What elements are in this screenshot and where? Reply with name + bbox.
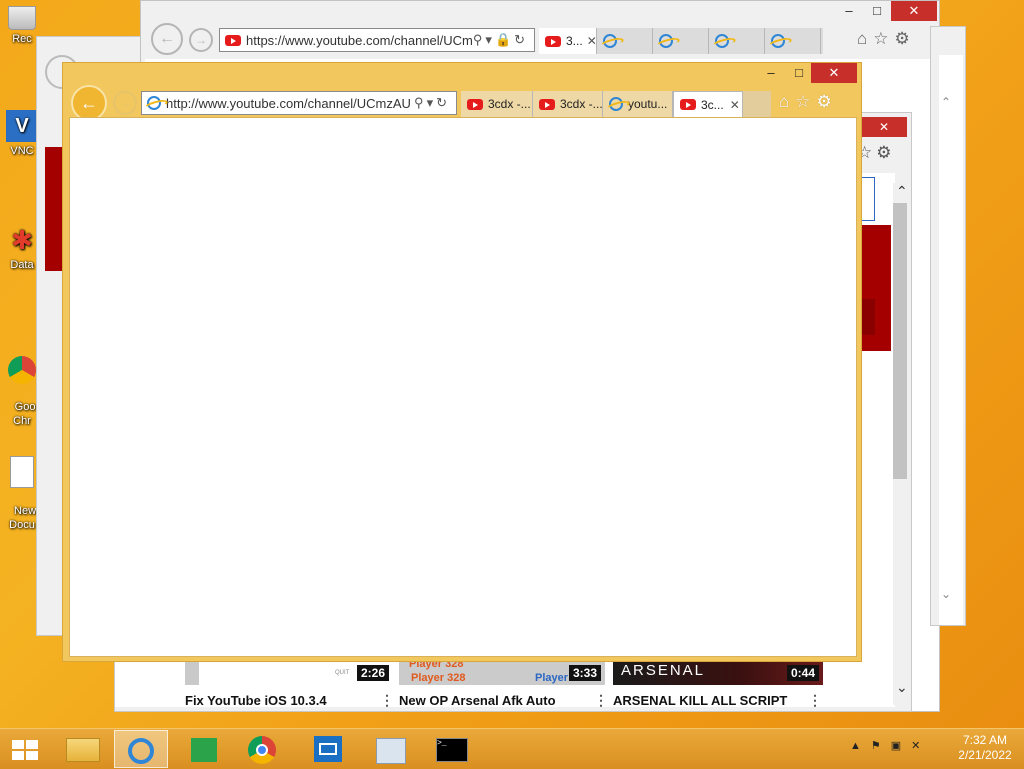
address-bar[interactable]: http://www.youtube.com/channel/UCmzAU ⚲▾… <box>141 91 457 115</box>
video-duration: 3:33 <box>568 665 601 681</box>
store-icon <box>191 738 217 762</box>
text-document-icon <box>10 456 34 488</box>
favorites-settings-icons[interactable]: ☆⚙ <box>857 143 895 163</box>
vertical-scrollbar[interactable]: ⌃ ⌄ <box>893 183 909 705</box>
mail-button[interactable] <box>302 730 354 768</box>
youtube-favicon-icon <box>225 34 241 46</box>
scroll-up-arrow-icon[interactable]: ⌃ <box>941 95 951 109</box>
youtube-favicon-icon <box>680 99 696 110</box>
chrome-button[interactable] <box>236 730 288 768</box>
store-button[interactable] <box>178 730 230 768</box>
tab-strip: 3... ✕ <box>539 28 823 54</box>
tab-ie-2[interactable] <box>653 28 709 54</box>
data-app-icon: ✱ <box>11 225 33 255</box>
google-chrome-shortcut-icon <box>8 356 36 384</box>
tab-strip: 3cdx -... 3cdx -... youtu... 3c... ✕ <box>461 91 771 117</box>
more-options-icon[interactable]: ⋮ <box>808 692 822 709</box>
video-duration: 2:26 <box>356 665 389 681</box>
close-tab-icon[interactable]: ✕ <box>730 98 740 112</box>
forward-button[interactable]: → <box>189 28 213 52</box>
clock-time: 7:32 AM <box>962 733 1008 747</box>
task-manager-icon <box>376 738 406 764</box>
video-title-1[interactable]: Fix YouTube iOS 10.3.4 <box>185 693 327 708</box>
desktop-icon-label: Goo Chr <box>13 401 36 427</box>
tab-ie-1[interactable] <box>597 28 653 54</box>
scroll-down-arrow-icon[interactable]: ⌄ <box>941 587 951 601</box>
tray-icons[interactable]: ▲⚑▣✕ <box>850 739 930 752</box>
start-button[interactable] <box>0 730 52 768</box>
scroll-down-arrow-icon[interactable]: ⌄ <box>896 679 908 696</box>
desktop-icon-label: Data <box>10 259 34 271</box>
ie-favicon-icon <box>609 97 623 111</box>
maximize-button[interactable]: □ <box>785 63 813 83</box>
forward-button[interactable]: → <box>113 91 137 115</box>
ie-favicon-icon <box>147 96 161 110</box>
minimize-button[interactable]: – <box>757 63 785 83</box>
close-button[interactable]: ✕ <box>811 63 857 83</box>
task-manager-button[interactable] <box>364 730 416 768</box>
video-thumbnail-1[interactable]: QUIT 2:26 <box>185 658 393 685</box>
more-options-icon[interactable]: ⋮ <box>380 692 394 709</box>
thumbnail-text: QUIT <box>335 670 350 676</box>
video-title-3[interactable]: ARSENAL KILL ALL SCRIPT <box>613 693 787 708</box>
background-window-right-edge: ⌃ ⌄ <box>930 26 966 626</box>
thumbnail-text: Player 328 <box>411 672 466 684</box>
file-explorer-button[interactable] <box>56 730 108 768</box>
active-browser-window: – □ ✕ ← → http://www.youtube.com/channel… <box>62 62 862 662</box>
windows-logo-icon <box>12 740 38 760</box>
address-actions-icons[interactable]: ⚲▾🔒↻ <box>473 32 528 48</box>
more-options-icon[interactable]: ⋮ <box>594 692 608 709</box>
ie-favicon-icon <box>715 34 729 48</box>
maximize-button[interactable]: □ <box>863 1 891 21</box>
tab-ie-3[interactable] <box>709 28 765 54</box>
thumbnail-text: ARSENAL <box>621 662 706 679</box>
minimize-button[interactable]: – <box>835 1 863 21</box>
close-button[interactable]: ✕ <box>891 1 937 21</box>
close-tab-icon[interactable]: ✕ <box>587 34 596 48</box>
scroll-up-arrow-icon[interactable]: ⌃ <box>896 183 908 200</box>
page-content-blank[interactable] <box>69 117 857 657</box>
internet-explorer-button[interactable] <box>114 730 168 768</box>
video-duration: 0:44 <box>786 665 819 681</box>
command-prompt-button[interactable]: >_ <box>426 730 478 768</box>
address-url: https://www.youtube.com/channel/UCm <box>246 32 473 48</box>
address-url: http://www.youtube.com/channel/UCmzAU <box>166 95 411 111</box>
back-button[interactable]: ← <box>151 23 183 55</box>
tab-3cdx-1[interactable]: 3cdx -... <box>461 91 533 117</box>
command-prompt-icon: >_ <box>436 738 468 762</box>
back-button[interactable]: ← <box>71 85 107 121</box>
close-button[interactable]: ✕ <box>861 117 907 137</box>
youtube-favicon-icon <box>539 98 555 110</box>
tab-3cdx-2[interactable]: 3cdx -... <box>533 91 603 117</box>
ie-favicon-icon <box>659 34 673 48</box>
tab-ie-4[interactable] <box>765 28 821 54</box>
ie-icon <box>128 738 154 764</box>
clock[interactable]: 7:32 AM 2/21/2022 <box>952 733 1018 763</box>
ie-favicon-icon <box>603 34 617 48</box>
vnc-viewer-icon: V <box>6 110 38 142</box>
scrollbar-thumb[interactable] <box>893 203 907 479</box>
tab-active[interactable]: 3c... ✕ <box>673 91 743 117</box>
taskbar: >_ ▲⚑▣✕ 7:32 AM 2/21/2022 <box>0 728 1024 769</box>
desktop-icon-label: New Docu <box>9 505 37 531</box>
clock-date: 2/21/2022 <box>958 748 1012 762</box>
desktop-icon-label: VNC <box>10 145 34 157</box>
tab-youtube[interactable]: 3... ✕ <box>539 28 597 54</box>
video-title-2[interactable]: New OP Arsenal Afk Auto <box>399 693 556 708</box>
desktop-icon-label: Rec <box>12 33 32 45</box>
home-favorites-settings-icons[interactable]: ⌂☆⚙ <box>779 92 838 112</box>
address-actions-icons[interactable]: ⚲▾↻ <box>414 95 450 111</box>
video-thumbnail-3[interactable]: ARSENAL 0:44 <box>613 658 823 685</box>
recycle-bin-icon <box>8 6 36 30</box>
address-bar[interactable]: https://www.youtube.com/channel/UCm ⚲▾🔒↻ <box>219 28 535 52</box>
home-favorites-settings-icons[interactable]: ⌂☆⚙ <box>857 29 916 49</box>
youtube-favicon-icon <box>545 35 561 47</box>
youtube-favicon-icon <box>467 98 483 110</box>
video-thumbnail-2[interactable]: Player 328 Player 328 Player 244 3:33 <box>399 658 605 685</box>
folder-icon <box>66 738 100 762</box>
tab-youtube[interactable]: youtu... <box>603 91 673 117</box>
ie-favicon-icon <box>771 34 785 48</box>
